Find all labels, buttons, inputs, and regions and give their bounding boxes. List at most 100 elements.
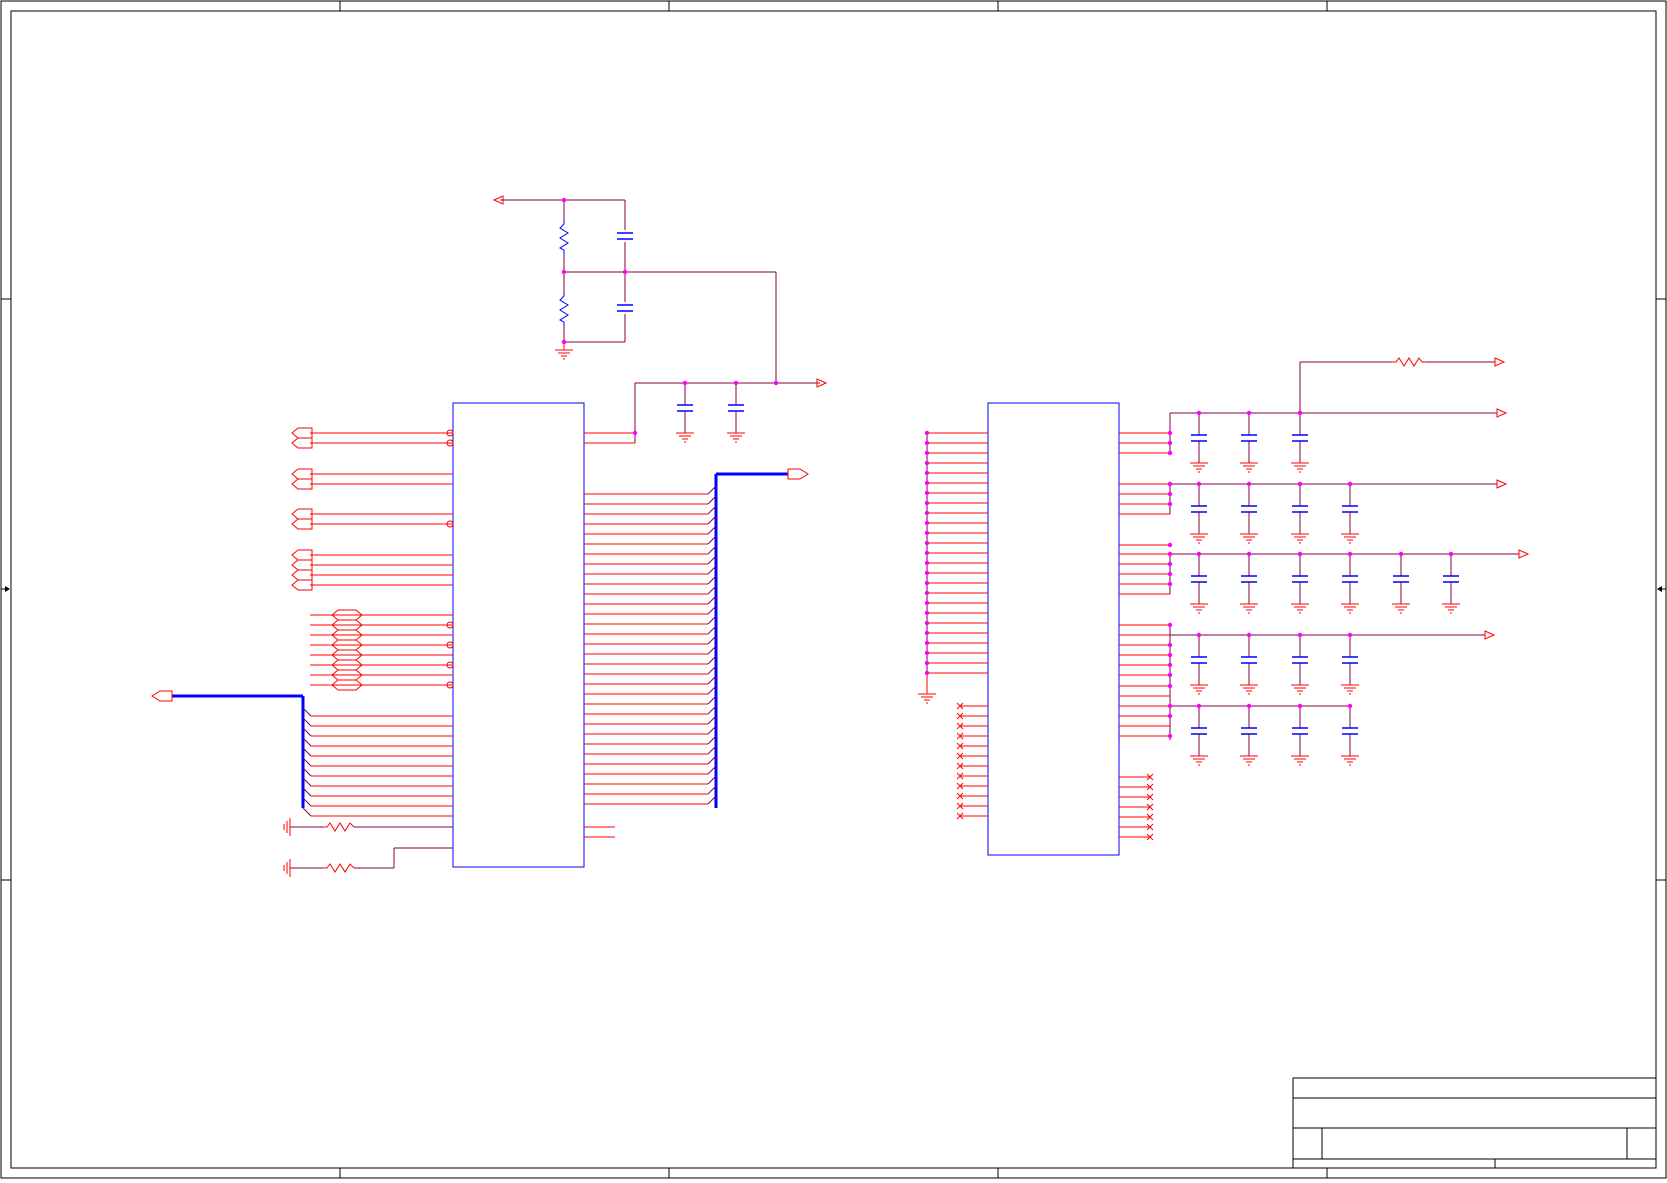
junction-dot [1246,410,1252,416]
junction-dot [1167,733,1173,739]
resistor-icon[interactable] [323,822,355,832]
junction-dot [1167,491,1173,497]
input-port-icon[interactable] [291,579,313,591]
junction-dot [1196,703,1202,709]
junction-dot [682,380,688,386]
power-port-icon[interactable] [1518,549,1530,559]
junction-dot [1398,551,1404,557]
junction-dot [924,630,930,636]
junction-dot [1167,551,1173,557]
junction-dot [1196,632,1202,638]
junction-dot [924,560,930,566]
input-port-icon[interactable] [291,518,313,530]
junction-dot [924,650,930,656]
junction-dot [924,520,930,526]
junction-dot [924,640,930,646]
junction-dot [1297,632,1303,638]
junction-dot [1167,662,1173,668]
junction-dot [1297,551,1303,557]
junction-dot [924,540,930,546]
input-port-icon[interactable] [291,549,313,561]
junction-dot [1347,703,1353,709]
junction-dot [1167,642,1173,648]
junction-dot [1347,632,1353,638]
right-ic-body[interactable] [987,402,1120,856]
junction-dot [1246,632,1252,638]
pin-layer [302,432,1170,841]
junction-dot [561,339,567,345]
junction-dot [924,450,930,456]
junction-dot [1347,551,1353,557]
off-sheet-connector-icon[interactable] [151,690,173,702]
input-port-icon[interactable] [291,569,313,581]
left-ic-supply-net [584,382,820,444]
port-layer [291,357,1530,691]
input-port-icon[interactable] [291,427,313,439]
junction-dot [1167,652,1173,658]
left-input-bus [172,694,305,808]
off-sheet-connector-icon[interactable] [787,468,809,480]
junction-dot [1167,571,1173,577]
bus-entry [302,807,312,817]
power-port-icon[interactable] [1496,408,1508,418]
junction-dot [1246,703,1252,709]
junction-dot [1347,481,1353,487]
resistor-icon[interactable] [558,292,569,326]
capacitor-icon[interactable] [617,232,633,240]
junction-dot [1246,551,1252,557]
ground-icon [555,342,573,360]
junction-dot [924,490,930,496]
sheet-frame [0,0,1667,1179]
junction-dot [924,510,930,516]
divider-network [500,199,777,383]
junction-dot [1167,622,1173,628]
left-ic-body[interactable] [452,402,585,868]
input-port-icon[interactable] [291,437,313,449]
ground-icon [918,674,936,704]
resistor-icon[interactable] [323,863,355,873]
capacitor-icon[interactable] [617,304,633,312]
schematic-canvas [0,0,1667,1179]
junction-dot [924,590,930,596]
junction-dot [924,580,930,586]
junction-dot [622,269,628,275]
junction-dot [924,430,930,436]
junction-dot [1167,581,1173,587]
zone-arrow-right [1657,586,1666,592]
resistor-icon[interactable] [1392,357,1426,367]
junction-dot [924,660,930,666]
junction-dot [924,670,930,676]
power-port-icon[interactable] [1484,630,1496,640]
junction-dot [1167,561,1173,567]
junction-dot [924,480,930,486]
junction-dot [632,430,638,436]
junction-dot [733,380,739,386]
junction-dot [1167,481,1173,487]
power-port-icon[interactable] [1494,357,1506,367]
junction-dot [924,440,930,446]
junction-dot [1167,450,1173,456]
zone-arrow-left [1,586,10,592]
junction-dot [1167,672,1173,678]
junction-dot [1196,410,1202,416]
junction-dot [1297,703,1303,709]
resistor-icon[interactable] [558,220,569,254]
title-block [1292,1077,1657,1169]
junction-dot [1167,440,1173,446]
input-port-icon[interactable] [291,559,313,571]
input-port-icon[interactable] [291,508,313,520]
junction-dot [1297,410,1303,416]
junction-dot [924,550,930,556]
junction-dot [924,500,930,506]
power-port-icon[interactable] [1496,479,1508,489]
junction-dot [924,570,930,576]
input-port-icon[interactable] [291,478,313,490]
junction-dot [1196,481,1202,487]
junction-dot [1167,430,1173,436]
junction-dot [561,269,567,275]
junction-dot [924,600,930,606]
junction-dot [1167,501,1173,507]
junction-dot [1167,703,1173,709]
junction-dot [773,380,779,386]
input-port-icon[interactable] [291,468,313,480]
